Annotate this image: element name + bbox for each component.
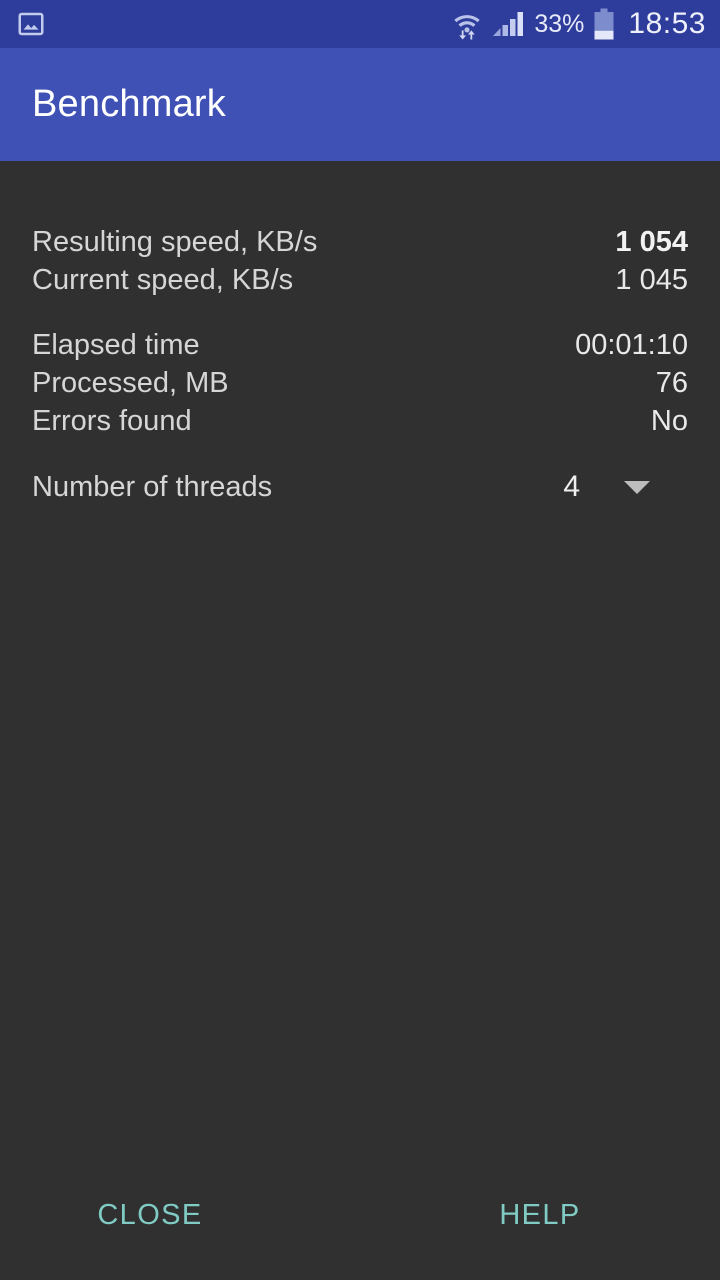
stat-value: 1 054 — [615, 226, 688, 258]
stat-label: Elapsed time — [32, 329, 200, 361]
stat-label: Current speed, KB/s — [32, 264, 294, 296]
battery-percent-label: 33% — [534, 9, 585, 38]
stat-row-resulting-speed: Resulting speed, KB/s 1 054 — [32, 223, 688, 261]
benchmark-content: Resulting speed, KB/s 1 054 Current spee… — [0, 161, 720, 1150]
stat-value: 76 — [655, 367, 688, 399]
content-top-spacer — [32, 161, 688, 223]
stat-label: Errors found — [32, 405, 192, 437]
threads-value: 4 — [563, 470, 580, 503]
help-button[interactable]: HELP — [360, 1187, 720, 1244]
cellular-signal-icon — [491, 10, 525, 38]
stat-label: Resulting speed, KB/s — [32, 226, 318, 258]
dialog-button-bar: CLOSE HELP — [0, 1150, 720, 1280]
threads-selector-row[interactable]: Number of threads 4 — [32, 467, 688, 507]
status-bar-clock: 18:53 — [628, 7, 706, 40]
progress-stats-group: Elapsed time 00:01:10 Processed, MB 76 E… — [32, 326, 688, 440]
stat-label: Processed, MB — [32, 367, 229, 399]
status-bar: 33% 18:53 — [0, 0, 720, 48]
page-title: Benchmark — [32, 83, 226, 125]
stat-value: 00:01:10 — [575, 329, 688, 361]
stat-row-current-speed: Current speed, KB/s 1 045 — [32, 261, 688, 299]
close-button[interactable]: CLOSE — [0, 1187, 360, 1244]
stat-row-elapsed-time: Elapsed time 00:01:10 — [32, 326, 688, 364]
stat-value: No — [650, 405, 688, 437]
status-bar-indicators: 33% 18:53 — [452, 7, 706, 41]
threads-label: Number of threads — [32, 470, 273, 503]
speed-stats-group: Resulting speed, KB/s 1 054 Current spee… — [32, 223, 688, 299]
chevron-down-icon[interactable] — [624, 480, 650, 494]
stat-row-processed: Processed, MB 76 — [32, 364, 688, 402]
wifi-transfer-icon — [452, 8, 482, 40]
status-bar-notifications — [16, 9, 46, 39]
app-bar: Benchmark — [0, 48, 720, 161]
photo-icon — [16, 9, 46, 39]
threads-spinner[interactable]: 4 — [563, 470, 688, 504]
stat-value: 1 045 — [615, 264, 688, 296]
battery-icon — [593, 8, 615, 40]
stat-row-errors-found: Errors found No — [32, 402, 688, 440]
app-screen: 33% 18:53 Benchmark Resulting speed, KB/… — [0, 0, 720, 1280]
